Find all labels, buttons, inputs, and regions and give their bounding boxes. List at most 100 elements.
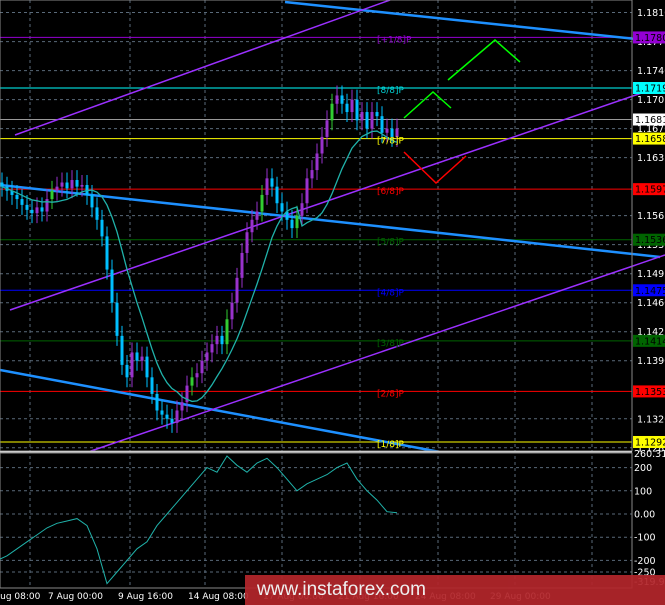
time-tick-label: 7 Aug 00:00 xyxy=(48,592,103,602)
candle xyxy=(250,219,254,233)
murrey-label: [7/8]P xyxy=(377,137,405,147)
candle xyxy=(295,215,299,229)
candle xyxy=(235,277,239,303)
candle xyxy=(65,182,69,189)
candle xyxy=(225,319,229,345)
candle xyxy=(125,364,129,378)
candle xyxy=(325,120,329,137)
candle xyxy=(70,180,74,189)
oscillator-border xyxy=(0,452,633,589)
candle xyxy=(20,199,24,205)
murrey-label: [+1/8]P xyxy=(377,35,412,45)
candle xyxy=(300,203,304,216)
candle xyxy=(245,232,249,253)
price-tag-label: 1.1597 xyxy=(635,185,665,196)
candle xyxy=(355,99,359,121)
instaforex-watermark: www.instaforex.com xyxy=(245,575,665,605)
price-pane-border xyxy=(0,0,633,452)
murrey-label: [2/8]P xyxy=(377,389,405,399)
purple-channel-bottom[interactable] xyxy=(87,254,665,453)
osc-tick-label: -200 xyxy=(634,556,656,567)
green-arrow-short xyxy=(403,90,452,119)
osc-tick-label: 0.00 xyxy=(634,510,655,521)
candle xyxy=(320,136,324,154)
cci-oscillator xyxy=(0,455,398,585)
green-arrow-long xyxy=(447,39,521,81)
candle xyxy=(100,219,104,237)
price-chart: [+1/8]P [8/8]P [7/8]P [6/8]P [5/8]P [4/8]P [3/… xyxy=(0,0,665,602)
candle xyxy=(210,344,214,353)
candle xyxy=(60,182,64,187)
candle xyxy=(45,199,49,212)
candle xyxy=(290,219,294,229)
price-tick-label: 1.1810 xyxy=(637,8,665,19)
oscillator-axis[interactable]: 260.31952001000.00-100-200-250-319.936 xyxy=(634,449,665,588)
candle xyxy=(25,204,29,210)
time-tick-label: Aug 08:00 xyxy=(0,592,41,602)
price-tag-label: 1.1780 xyxy=(635,33,665,44)
blue-channel-top[interactable] xyxy=(284,0,665,44)
candle xyxy=(230,302,234,320)
candle xyxy=(240,252,244,278)
candle xyxy=(195,373,199,378)
blue-channel-bottom[interactable] xyxy=(0,368,441,454)
candle xyxy=(95,207,99,220)
candle xyxy=(340,95,344,104)
purple-channel-top[interactable] xyxy=(14,0,391,136)
price-tag-label: 1.1414 xyxy=(635,336,665,347)
price-tick-label: 1.1635 xyxy=(637,153,665,164)
price-tag-label: 1.1475 xyxy=(635,286,665,297)
candle xyxy=(255,211,259,220)
candle xyxy=(310,170,314,179)
candle xyxy=(270,178,274,187)
candle xyxy=(350,99,354,113)
price-tick-label: 1.1740 xyxy=(637,66,665,77)
candle xyxy=(50,190,54,200)
candle xyxy=(260,194,264,212)
murrey-label: [1/8]P xyxy=(377,440,405,450)
price-tick-label: 1.1705 xyxy=(637,95,665,106)
candle xyxy=(335,95,339,104)
candle xyxy=(275,186,279,204)
candle xyxy=(135,352,139,361)
candle xyxy=(90,194,94,208)
price-tick-label: 1.1320 xyxy=(637,414,665,425)
murrey-label: [5/8]P xyxy=(377,238,405,248)
price-tick-label: 1.1460 xyxy=(637,298,665,309)
murrey-label: [4/8]P xyxy=(377,288,405,298)
candle xyxy=(200,360,204,374)
trend-channels xyxy=(0,0,665,454)
osc-tick-label: -100 xyxy=(634,533,656,544)
candle xyxy=(205,352,209,361)
candle xyxy=(365,112,369,129)
price-tick-label: 1.1495 xyxy=(637,269,665,280)
candle xyxy=(30,209,34,214)
price-tick-label: 1.1390 xyxy=(637,356,665,367)
blue-channel-mid[interactable] xyxy=(0,183,661,259)
murrey-label: [8/8]P xyxy=(377,86,405,96)
price-tag-label: 1.1719 xyxy=(635,84,665,95)
candle xyxy=(55,186,59,191)
price-tick-label: 1.1565 xyxy=(637,211,665,222)
candle xyxy=(115,302,119,336)
candle xyxy=(375,112,379,117)
candle xyxy=(15,194,19,200)
murrey-label: [6/8]P xyxy=(377,187,405,197)
cci-line xyxy=(0,455,398,585)
candle xyxy=(155,393,159,411)
candle xyxy=(305,178,309,204)
candle xyxy=(0,182,4,187)
candle xyxy=(280,203,284,212)
candle xyxy=(190,377,194,386)
candle xyxy=(165,414,169,419)
candle xyxy=(120,335,124,365)
candle xyxy=(180,402,184,411)
murrey-labels: [+1/8]P [8/8]P [7/8]P [6/8]P [5/8]P [4/8]P [3/… xyxy=(377,35,412,450)
murrey-levels xyxy=(0,36,632,443)
candle xyxy=(370,112,374,129)
forecast-arrows xyxy=(403,39,521,185)
candle xyxy=(385,128,389,133)
price-tag-label: 1.1658 xyxy=(635,134,665,145)
candle xyxy=(380,116,384,133)
candle xyxy=(175,410,179,423)
